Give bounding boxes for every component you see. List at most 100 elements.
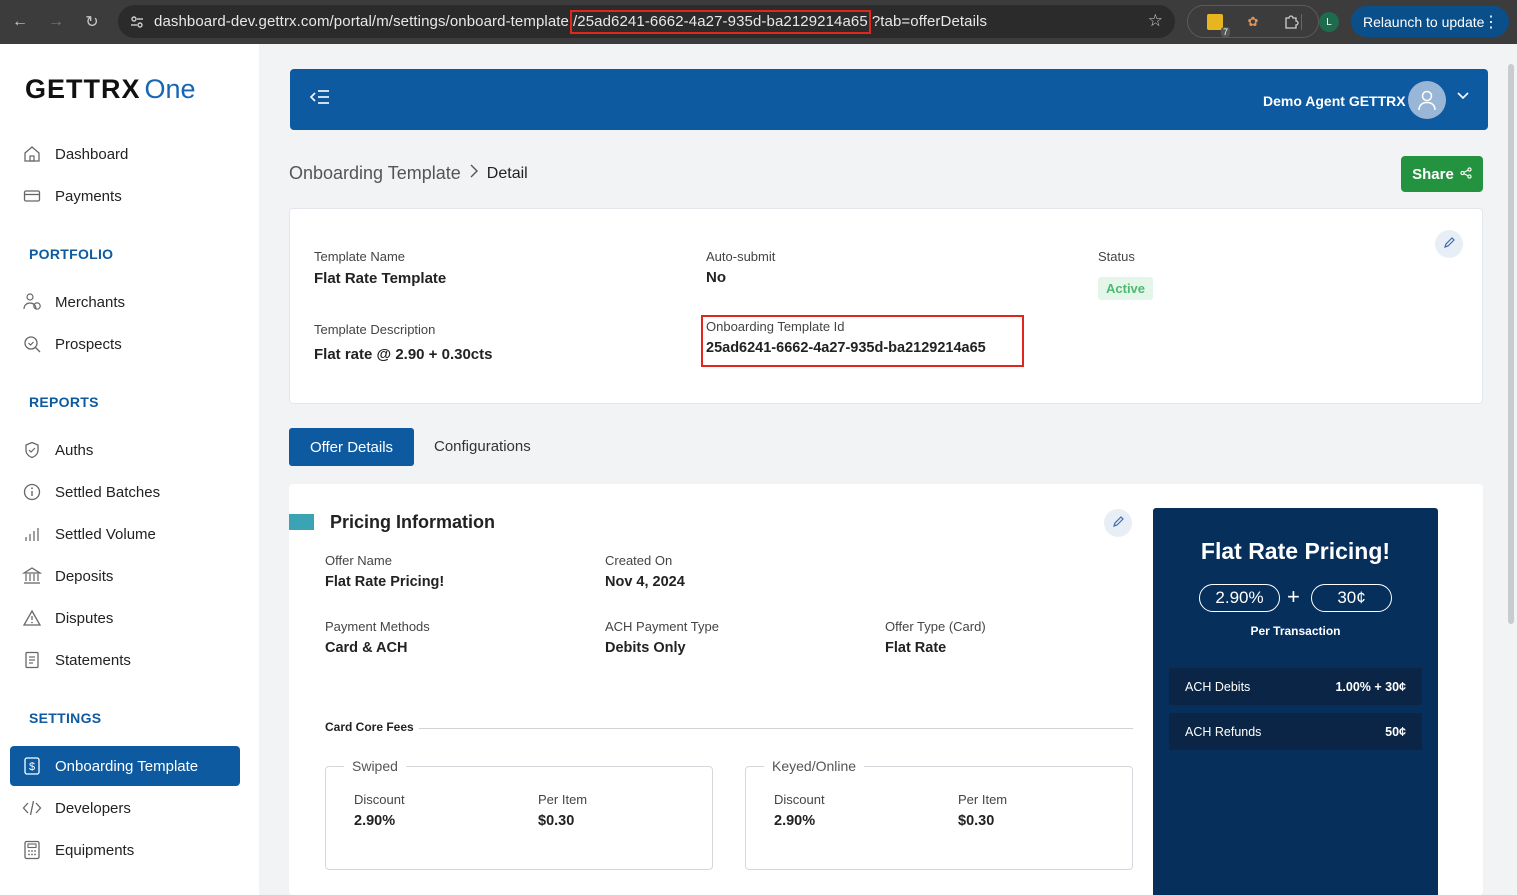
sidebar-item-label: Dashboard xyxy=(55,145,129,163)
section-divider xyxy=(419,728,1133,729)
card-icon xyxy=(22,186,42,206)
chevron-down-icon[interactable] xyxy=(1456,89,1470,106)
edit-template-button[interactable] xyxy=(1435,230,1463,258)
settings-heading: SETTINGS xyxy=(29,710,102,726)
url-text[interactable]: dashboard-dev.gettrx.com/portal/m/settin… xyxy=(154,9,988,34)
rate-pill: 2.90% xyxy=(1199,584,1280,612)
reload-icon[interactable]: ↻ xyxy=(74,0,110,44)
forward-icon[interactable]: → xyxy=(38,0,74,44)
tab-offer-details[interactable]: Offer Details xyxy=(289,428,414,466)
sidebar: GETTRX One Dashboard Payments PORTFOLIO M… xyxy=(0,44,259,895)
sidebar-item-settled-batches[interactable]: Settled Batches xyxy=(22,472,240,512)
edit-pricing-button[interactable] xyxy=(1104,509,1132,537)
url-prefix: dashboard-dev.gettrx.com/portal/m/settin… xyxy=(154,12,570,30)
share-label: Share xyxy=(1412,165,1454,183)
relaunch-button[interactable]: Relaunch to update ⋮ xyxy=(1351,6,1509,37)
logo[interactable]: GETTRX One xyxy=(25,74,196,105)
dollar-doc-icon: $ xyxy=(22,756,42,776)
offer-name-label: Offer Name xyxy=(325,553,392,568)
offer-summary-panel: Flat Rate Pricing! 2.90% + 30¢ Per Trans… xyxy=(1153,508,1438,895)
tab-configurations[interactable]: Configurations xyxy=(434,438,531,455)
reports-heading: REPORTS xyxy=(29,394,99,410)
sidebar-item-merchants[interactable]: Merchants xyxy=(22,282,240,322)
user-name[interactable]: Demo Agent GETTRX xyxy=(1263,93,1406,109)
ach-debits-label: ACH Debits xyxy=(1185,679,1251,694)
sidebar-item-developers[interactable]: Developers xyxy=(22,788,240,828)
sidebar-item-label: Developers xyxy=(55,799,131,817)
swiped-legend: Swiped xyxy=(344,758,406,774)
sidebar-item-prospects[interactable]: Prospects xyxy=(22,324,240,364)
keyed-discount-label: Discount xyxy=(774,792,825,807)
puzzle-extensions-icon[interactable] xyxy=(1282,13,1300,31)
sidebar-item-label: Equipments xyxy=(55,841,135,859)
more-menu-icon[interactable]: ⋮ xyxy=(1483,12,1499,32)
sidebar-item-deposits[interactable]: Deposits xyxy=(22,556,240,596)
page-scrollbar[interactable] xyxy=(1505,44,1517,895)
users-icon xyxy=(22,292,42,312)
calculator-icon xyxy=(22,840,42,860)
sidebar-item-onboarding-template[interactable]: $ Onboarding Template xyxy=(10,746,240,786)
site-settings-icon[interactable] xyxy=(120,15,154,29)
chevron-right-icon xyxy=(469,164,479,183)
template-info-card: Template Name Flat Rate Template Auto-su… xyxy=(289,208,1483,404)
url-suffix: ?tab=offerDetails xyxy=(871,12,988,30)
ach-refunds-value: 50¢ xyxy=(1385,724,1406,739)
template-description-label: Template Description xyxy=(314,322,436,337)
payment-methods-label: Payment Methods xyxy=(325,619,430,634)
sidebar-item-label: Deposits xyxy=(55,567,114,585)
back-icon[interactable]: ← xyxy=(2,0,38,44)
sidebar-item-disputes[interactable]: Disputes xyxy=(22,598,240,638)
template-description-value: Flat rate @ 2.90 + 0.30cts xyxy=(314,346,493,363)
sidebar-item-statements[interactable]: Statements xyxy=(22,640,240,680)
url-highlighted-id: /25ad6241-6662-4a27-935d-ba2129214a65 xyxy=(570,9,871,34)
ach-debits-value: 1.00% + 30¢ xyxy=(1335,679,1406,694)
cookie-extension-icon[interactable]: ✿ xyxy=(1244,13,1262,31)
user-avatar[interactable] xyxy=(1408,81,1446,119)
bank-icon xyxy=(22,566,42,586)
keyed-discount-value: 2.90% xyxy=(774,813,816,829)
sidebar-item-dashboard[interactable]: Dashboard xyxy=(22,134,240,174)
logo-sub: One xyxy=(144,74,196,104)
home-icon xyxy=(22,144,42,164)
template-id-value: 25ad6241-6662-4a27-935d-ba2129214a65 xyxy=(706,340,986,356)
ach-debits-row: ACH Debits 1.00% + 30¢ xyxy=(1169,668,1422,705)
template-name-label: Template Name xyxy=(314,249,406,264)
swiped-fees-group: Swiped Discount 2.90% Per Item $0.30 xyxy=(325,758,713,870)
sidebar-item-label: Auths xyxy=(55,441,94,459)
share-button[interactable]: Share xyxy=(1401,156,1483,192)
plus-sign: + xyxy=(1287,584,1300,609)
section-accent-bar xyxy=(289,514,314,530)
address-bar[interactable]: dashboard-dev.gettrx.com/portal/m/settin… xyxy=(118,5,1175,38)
swiped-discount-value: 2.90% xyxy=(354,813,396,829)
shield-icon xyxy=(22,440,42,460)
pricing-title: Pricing Information xyxy=(330,512,496,532)
offer-type-label: Offer Type (Card) xyxy=(885,619,986,634)
ach-payment-type-label: ACH Payment Type xyxy=(605,619,719,634)
keyed-legend: Keyed/Online xyxy=(764,758,865,774)
sidebar-item-auths[interactable]: Auths xyxy=(22,430,240,470)
extension-badge: 7 xyxy=(1220,26,1230,37)
created-on-label: Created On xyxy=(605,553,673,568)
extension-notes-icon[interactable]: 7 xyxy=(1206,13,1230,37)
card-core-fees-heading: Card Core Fees xyxy=(325,720,414,734)
fixed-fee-pill: 30¢ xyxy=(1311,584,1392,612)
pencil-icon xyxy=(1112,515,1124,531)
payment-methods-value: Card & ACH xyxy=(325,640,408,656)
breadcrumb-current: Detail xyxy=(486,164,528,182)
offer-type-value: Flat Rate xyxy=(885,640,947,656)
sidebar-item-settled-volume[interactable]: Settled Volume xyxy=(22,514,240,554)
sidebar-item-label: Onboarding Template xyxy=(55,757,199,775)
breadcrumb-parent[interactable]: Onboarding Template xyxy=(289,163,461,184)
svg-text:$: $ xyxy=(29,761,35,773)
sidebar-item-equipments[interactable]: Equipments xyxy=(22,830,240,870)
scrollbar-thumb[interactable] xyxy=(1508,64,1514,624)
ach-payment-type-value: Debits Only xyxy=(605,640,686,656)
extensions-group: 7 ✿ xyxy=(1187,5,1319,38)
bookmark-star-icon[interactable]: ☆ xyxy=(1148,11,1163,31)
info-icon xyxy=(22,482,42,502)
sidebar-item-label: Statements xyxy=(55,651,131,669)
sidebar-item-payments[interactable]: Payments xyxy=(22,176,240,216)
status-label: Status xyxy=(1098,249,1135,264)
collapse-menu-icon[interactable] xyxy=(309,89,330,110)
profile-avatar[interactable]: L xyxy=(1319,12,1339,32)
